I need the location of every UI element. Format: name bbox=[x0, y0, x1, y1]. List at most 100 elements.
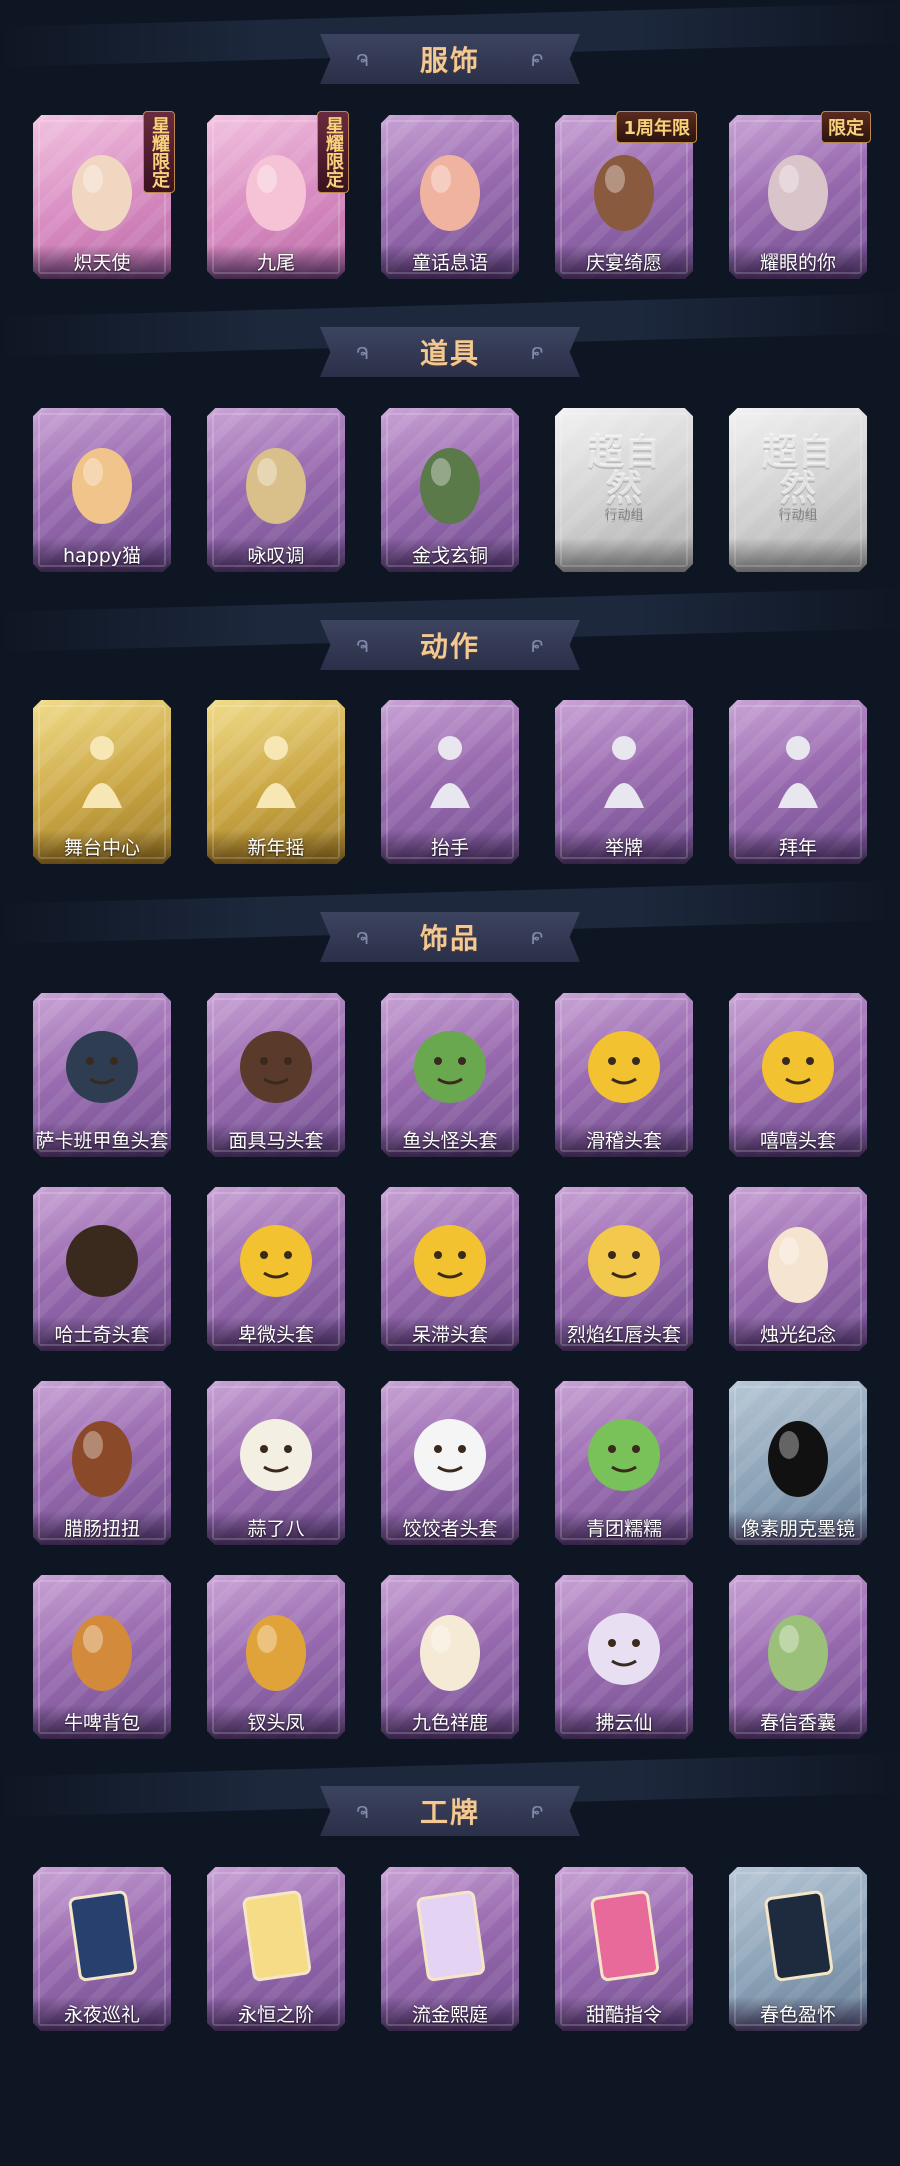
cake-costume-icon bbox=[579, 133, 669, 237]
item-label: 咏叹调 bbox=[207, 538, 345, 572]
card-frame: 像素朋克墨镜 bbox=[729, 1381, 867, 1545]
item-card[interactable]: 甜酷指令 bbox=[555, 1867, 693, 2031]
item-card[interactable]: 烛光纪念 bbox=[729, 1187, 867, 1351]
item-card[interactable]: 流金熙庭 bbox=[381, 1867, 519, 2031]
item-card[interactable]: 腊肠扭扭 bbox=[33, 1381, 171, 1545]
item-card[interactable]: 萨卡班甲鱼头套 bbox=[33, 993, 171, 1157]
watermark-subtext: 行动组 bbox=[778, 507, 818, 523]
limited-badge: 星耀限定 bbox=[143, 111, 175, 193]
limited-badge: 星耀限定 bbox=[317, 111, 349, 193]
card-frame: 呆滞头套 bbox=[381, 1187, 519, 1351]
stare-emoji-icon bbox=[405, 1205, 495, 1309]
fairy-costume-icon bbox=[405, 133, 495, 237]
item-card[interactable]: 咏叹调 bbox=[207, 408, 345, 572]
swirl-right-icon: ຈ bbox=[531, 47, 544, 71]
card-frame: 抬手 bbox=[381, 700, 519, 864]
fish-mask-icon bbox=[57, 1011, 147, 1115]
watermark-text: 超自然 bbox=[587, 431, 660, 509]
item-label: 耀眼的你 bbox=[729, 245, 867, 279]
item-card[interactable]: 永恒之阶 bbox=[207, 1867, 345, 2031]
item-label: 金戈玄铜 bbox=[381, 538, 519, 572]
item-label: 流金熙庭 bbox=[381, 1997, 519, 2031]
item-card[interactable]: 嘻嘻头套 bbox=[729, 993, 867, 1157]
humble-emoji-icon bbox=[231, 1205, 321, 1309]
card-frame: 永恒之阶 bbox=[207, 1867, 345, 2031]
item-label: 九色祥鹿 bbox=[381, 1705, 519, 1739]
item-card[interactable]: 超自然 行动组 bbox=[729, 408, 867, 572]
item-card[interactable]: 牛啤背包 bbox=[33, 1575, 171, 1739]
item-card[interactable]: 抬手 bbox=[381, 700, 519, 864]
item-label: 呆滞头套 bbox=[381, 1317, 519, 1351]
smirk-emoji-icon bbox=[579, 1011, 669, 1115]
item-label: 炽天使 bbox=[33, 245, 171, 279]
item-label: 永恒之阶 bbox=[207, 1997, 345, 2031]
item-card[interactable]: 饺饺者头套 bbox=[381, 1381, 519, 1545]
item-card[interactable]: 青团糯糯 bbox=[555, 1381, 693, 1545]
item-card[interactable]: 超自然 行动组 bbox=[555, 408, 693, 572]
watermark-subtext: 行动组 bbox=[604, 507, 644, 523]
hand-raise-icon bbox=[405, 718, 495, 822]
section-banner: ຈ ຈ 道具 bbox=[320, 327, 580, 377]
item-card[interactable]: 呆滞头套 bbox=[381, 1187, 519, 1351]
watermark-text: 超自然 bbox=[761, 431, 834, 509]
swirl-left-icon: ຈ bbox=[356, 633, 369, 657]
pixel-glasses-icon bbox=[753, 1399, 843, 1503]
item-card[interactable]: 春信香囊 bbox=[729, 1575, 867, 1739]
item-card[interactable]: 炽天使 星耀限定 bbox=[33, 111, 175, 279]
swirl-left-icon: ຈ bbox=[356, 925, 369, 949]
item-card[interactable]: 金戈玄铜 bbox=[381, 408, 519, 572]
monster-card-icon bbox=[579, 1885, 669, 1989]
item-label: 像素朋克墨镜 bbox=[729, 1511, 867, 1545]
item-card[interactable]: 春色盈怀 bbox=[729, 1867, 867, 2031]
item-card[interactable]: 永夜巡礼 bbox=[33, 1867, 171, 2031]
item-card[interactable]: 烈焰红唇头套 bbox=[555, 1187, 693, 1351]
card-frame: 烛光纪念 bbox=[729, 1187, 867, 1351]
item-card[interactable]: 举牌 bbox=[555, 700, 693, 864]
item-card[interactable]: 蒜了八 bbox=[207, 1381, 345, 1545]
section-banner: ຈ ຈ 饰品 bbox=[320, 912, 580, 962]
card-frame: 拂云仙 bbox=[555, 1575, 693, 1739]
card-frame: 童话息语 bbox=[381, 115, 519, 279]
section-title: 道具 bbox=[419, 337, 480, 370]
item-card[interactable]: 哈士奇头套 bbox=[33, 1187, 171, 1351]
item-card[interactable]: happy猫 bbox=[33, 408, 171, 572]
item-card[interactable]: 耀眼的你 限定 bbox=[729, 111, 871, 279]
palace-card-icon bbox=[405, 1885, 495, 1989]
sign-hold-icon bbox=[579, 718, 669, 822]
card-frame: 青团糯糯 bbox=[555, 1381, 693, 1545]
item-label: 春色盈怀 bbox=[729, 1997, 867, 2031]
item-card[interactable]: 拂云仙 bbox=[555, 1575, 693, 1739]
card-frame: 永夜巡礼 bbox=[33, 1867, 171, 2031]
angel-costume-icon bbox=[57, 133, 147, 237]
item-card[interactable]: 像素朋克墨镜 bbox=[729, 1381, 867, 1545]
item-card[interactable]: 鱼头怪头套 bbox=[381, 993, 519, 1157]
item-card[interactable]: 舞台中心 bbox=[33, 700, 171, 864]
item-label: 九尾 bbox=[207, 245, 345, 279]
limited-badge: 限定 bbox=[821, 111, 871, 143]
card-frame: 舞台中心 bbox=[33, 700, 171, 864]
item-label: 舞台中心 bbox=[33, 830, 171, 864]
item-card[interactable]: 九尾 星耀限定 bbox=[207, 111, 349, 279]
gold-wing-card-icon bbox=[231, 1885, 321, 1989]
item-card[interactable]: 新年摇 bbox=[207, 700, 345, 864]
swirl-right-icon: ຈ bbox=[531, 925, 544, 949]
item-label: 烛光纪念 bbox=[729, 1317, 867, 1351]
item-card[interactable]: 滑稽头套 bbox=[555, 993, 693, 1157]
item-card[interactable]: 九色祥鹿 bbox=[381, 1575, 519, 1739]
section-banner: ຈ ຈ 服饰 bbox=[320, 34, 580, 84]
cat-figure-icon bbox=[57, 426, 147, 530]
item-card[interactable]: 拜年 bbox=[729, 700, 867, 864]
item-card[interactable]: 童话息语 bbox=[381, 115, 519, 279]
card-frame: 滑稽头套 bbox=[555, 993, 693, 1157]
item-card[interactable]: 卑微头套 bbox=[207, 1187, 345, 1351]
item-label: 举牌 bbox=[555, 830, 693, 864]
item-label: 青团糯糯 bbox=[555, 1511, 693, 1545]
night-card-icon bbox=[57, 1885, 147, 1989]
section-title: 饰品 bbox=[419, 922, 480, 955]
placeholder-watermark: 超自然 行动组 bbox=[753, 431, 843, 523]
item-card[interactable]: 面具马头套 bbox=[207, 993, 345, 1157]
item-card[interactable]: 庆宴绮愿 1周年限 bbox=[555, 111, 697, 279]
item-card[interactable]: 钗头凤 bbox=[207, 1575, 345, 1739]
silhouette-card-icon bbox=[753, 1885, 843, 1989]
limited-badge: 1周年限 bbox=[616, 111, 697, 143]
